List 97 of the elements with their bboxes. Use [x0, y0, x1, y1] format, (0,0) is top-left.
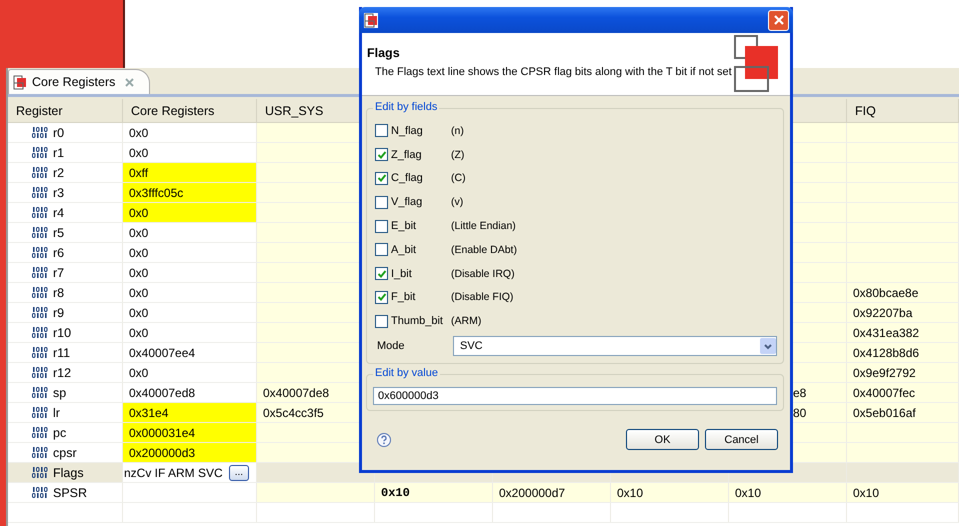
- table-cell: 0x200000d7: [493, 483, 611, 502]
- dialog-description: The Flags text line shows the CPSR flag bits along with the T bit if not set: [375, 66, 732, 78]
- check-icon: [376, 150, 386, 160]
- table-cell: 0x000031e4: [123, 423, 257, 442]
- close-button[interactable]: [768, 10, 789, 30]
- register-name: r0: [53, 126, 64, 140]
- caret-icon: [763, 342, 773, 351]
- register-icon: [32, 287, 48, 298]
- table-cell: 0x4128b8d6: [847, 343, 959, 362]
- register-name: Flags: [53, 466, 84, 480]
- register-name: r3: [53, 186, 64, 200]
- register-icon: [32, 387, 48, 398]
- table-cell: 0x10: [847, 483, 959, 502]
- table-cell: 0x10: [375, 483, 493, 502]
- register-icon: [32, 187, 48, 198]
- flag-meaning: (ARM): [451, 315, 482, 328]
- register-name: r12: [53, 366, 72, 380]
- register-icon: [32, 427, 48, 438]
- register-icon: [32, 227, 48, 238]
- flag-meaning: (Little Endian): [451, 220, 516, 232]
- table-cell: 0x3fffc05c: [123, 183, 257, 202]
- flag-meaning: (C): [451, 172, 466, 184]
- register-name: r6: [53, 246, 64, 260]
- flag-meaning: (Disable IRQ): [451, 268, 515, 280]
- flag-checkbox[interactable]: Thumb_bit: [375, 314, 451, 328]
- ok-button[interactable]: OK: [626, 429, 699, 450]
- table-cell: 0x5eb016af: [847, 403, 959, 422]
- register-icon: [32, 247, 48, 258]
- register-icon: [32, 327, 48, 338]
- close-icon: [124, 76, 136, 88]
- register-name: r1: [53, 146, 64, 160]
- register-icon: [32, 167, 48, 178]
- register-icon: [32, 267, 48, 278]
- register-name: r9: [53, 306, 64, 320]
- registers-icon: [13, 74, 27, 90]
- flag-checkbox[interactable]: C_flag: [375, 172, 451, 185]
- mode-dropdown[interactable]: SVC: [453, 336, 777, 356]
- register-name: sp: [53, 386, 66, 400]
- register-name: r5: [53, 226, 64, 240]
- flag-checkbox[interactable]: I_bit: [375, 267, 451, 280]
- close-icon: [772, 13, 786, 27]
- register-name: pc: [53, 426, 66, 440]
- register-name: cpsr: [53, 446, 77, 460]
- view-tab[interactable]: Core Registers: [8, 69, 150, 94]
- flag-meaning: (Disable FIQ): [451, 291, 514, 304]
- group-label: Edit by fields: [373, 101, 440, 113]
- flag-meaning: (Enable DAbt): [451, 244, 517, 256]
- flag-checkbox[interactable]: E_bit: [375, 220, 451, 233]
- check-icon: [376, 173, 386, 184]
- field-label: Mode: [376, 340, 406, 352]
- dialog-heading: Flags: [367, 46, 401, 60]
- flag-checkbox[interactable]: Z_flag: [375, 148, 451, 162]
- register-name: SPSR: [53, 486, 88, 500]
- flag-checkbox[interactable]: A_bit: [375, 243, 451, 256]
- table-cell: 0x10: [611, 483, 729, 502]
- group-label: Edit by value: [373, 367, 440, 380]
- help-icon: [376, 432, 392, 448]
- register-icon: [32, 147, 48, 158]
- register-icon: [32, 127, 48, 138]
- register-name: r10: [53, 326, 72, 340]
- flag-checkbox[interactable]: N_flag: [375, 124, 451, 138]
- table-cell: 0x200000d3: [123, 443, 257, 462]
- register-name: r8: [53, 286, 64, 300]
- table-cell: 0x431ea382: [847, 323, 959, 342]
- register-icon: [32, 487, 48, 498]
- value-field[interactable]: 0x600000d3: [373, 387, 777, 406]
- cancel-button[interactable]: Cancel: [705, 429, 778, 450]
- flag-checkbox[interactable]: V_flag: [375, 196, 451, 209]
- check-icon: [376, 268, 386, 279]
- register-name: r4: [53, 206, 64, 220]
- flag-checkbox[interactable]: F_bit: [375, 290, 451, 304]
- flags-banner-icon: [734, 35, 780, 93]
- register-icon: [32, 207, 48, 218]
- register-name: lr: [53, 406, 60, 420]
- table-cell: 0x10: [729, 483, 847, 502]
- table-cell: 0x9e9f2792: [847, 363, 959, 382]
- edit-button[interactable]: ...: [228, 464, 250, 480]
- register-icon: [32, 367, 48, 378]
- flag-meaning: (v): [451, 196, 464, 208]
- table-cell: 0x31e4: [123, 403, 257, 422]
- register-name: r2: [53, 166, 64, 180]
- register-icon: [32, 447, 48, 458]
- table-cell: 0xff: [123, 163, 257, 182]
- register-icon: [32, 407, 48, 418]
- table-cell: 0x40007fec: [847, 383, 959, 402]
- register-name: r7: [53, 266, 64, 280]
- table-cell: 0x92207ba: [847, 303, 959, 322]
- register-name: r11: [53, 346, 70, 360]
- table-cell: 0x0: [123, 203, 257, 222]
- register-icon: [32, 347, 48, 358]
- check-icon: [376, 292, 386, 302]
- flag-meaning: (Z): [451, 148, 464, 161]
- table-cell: 0x80bcae8e: [847, 283, 959, 302]
- register-icon: [32, 467, 48, 478]
- flag-meaning: (n): [451, 124, 464, 137]
- app-icon: [364, 12, 378, 28]
- register-icon: [32, 307, 48, 318]
